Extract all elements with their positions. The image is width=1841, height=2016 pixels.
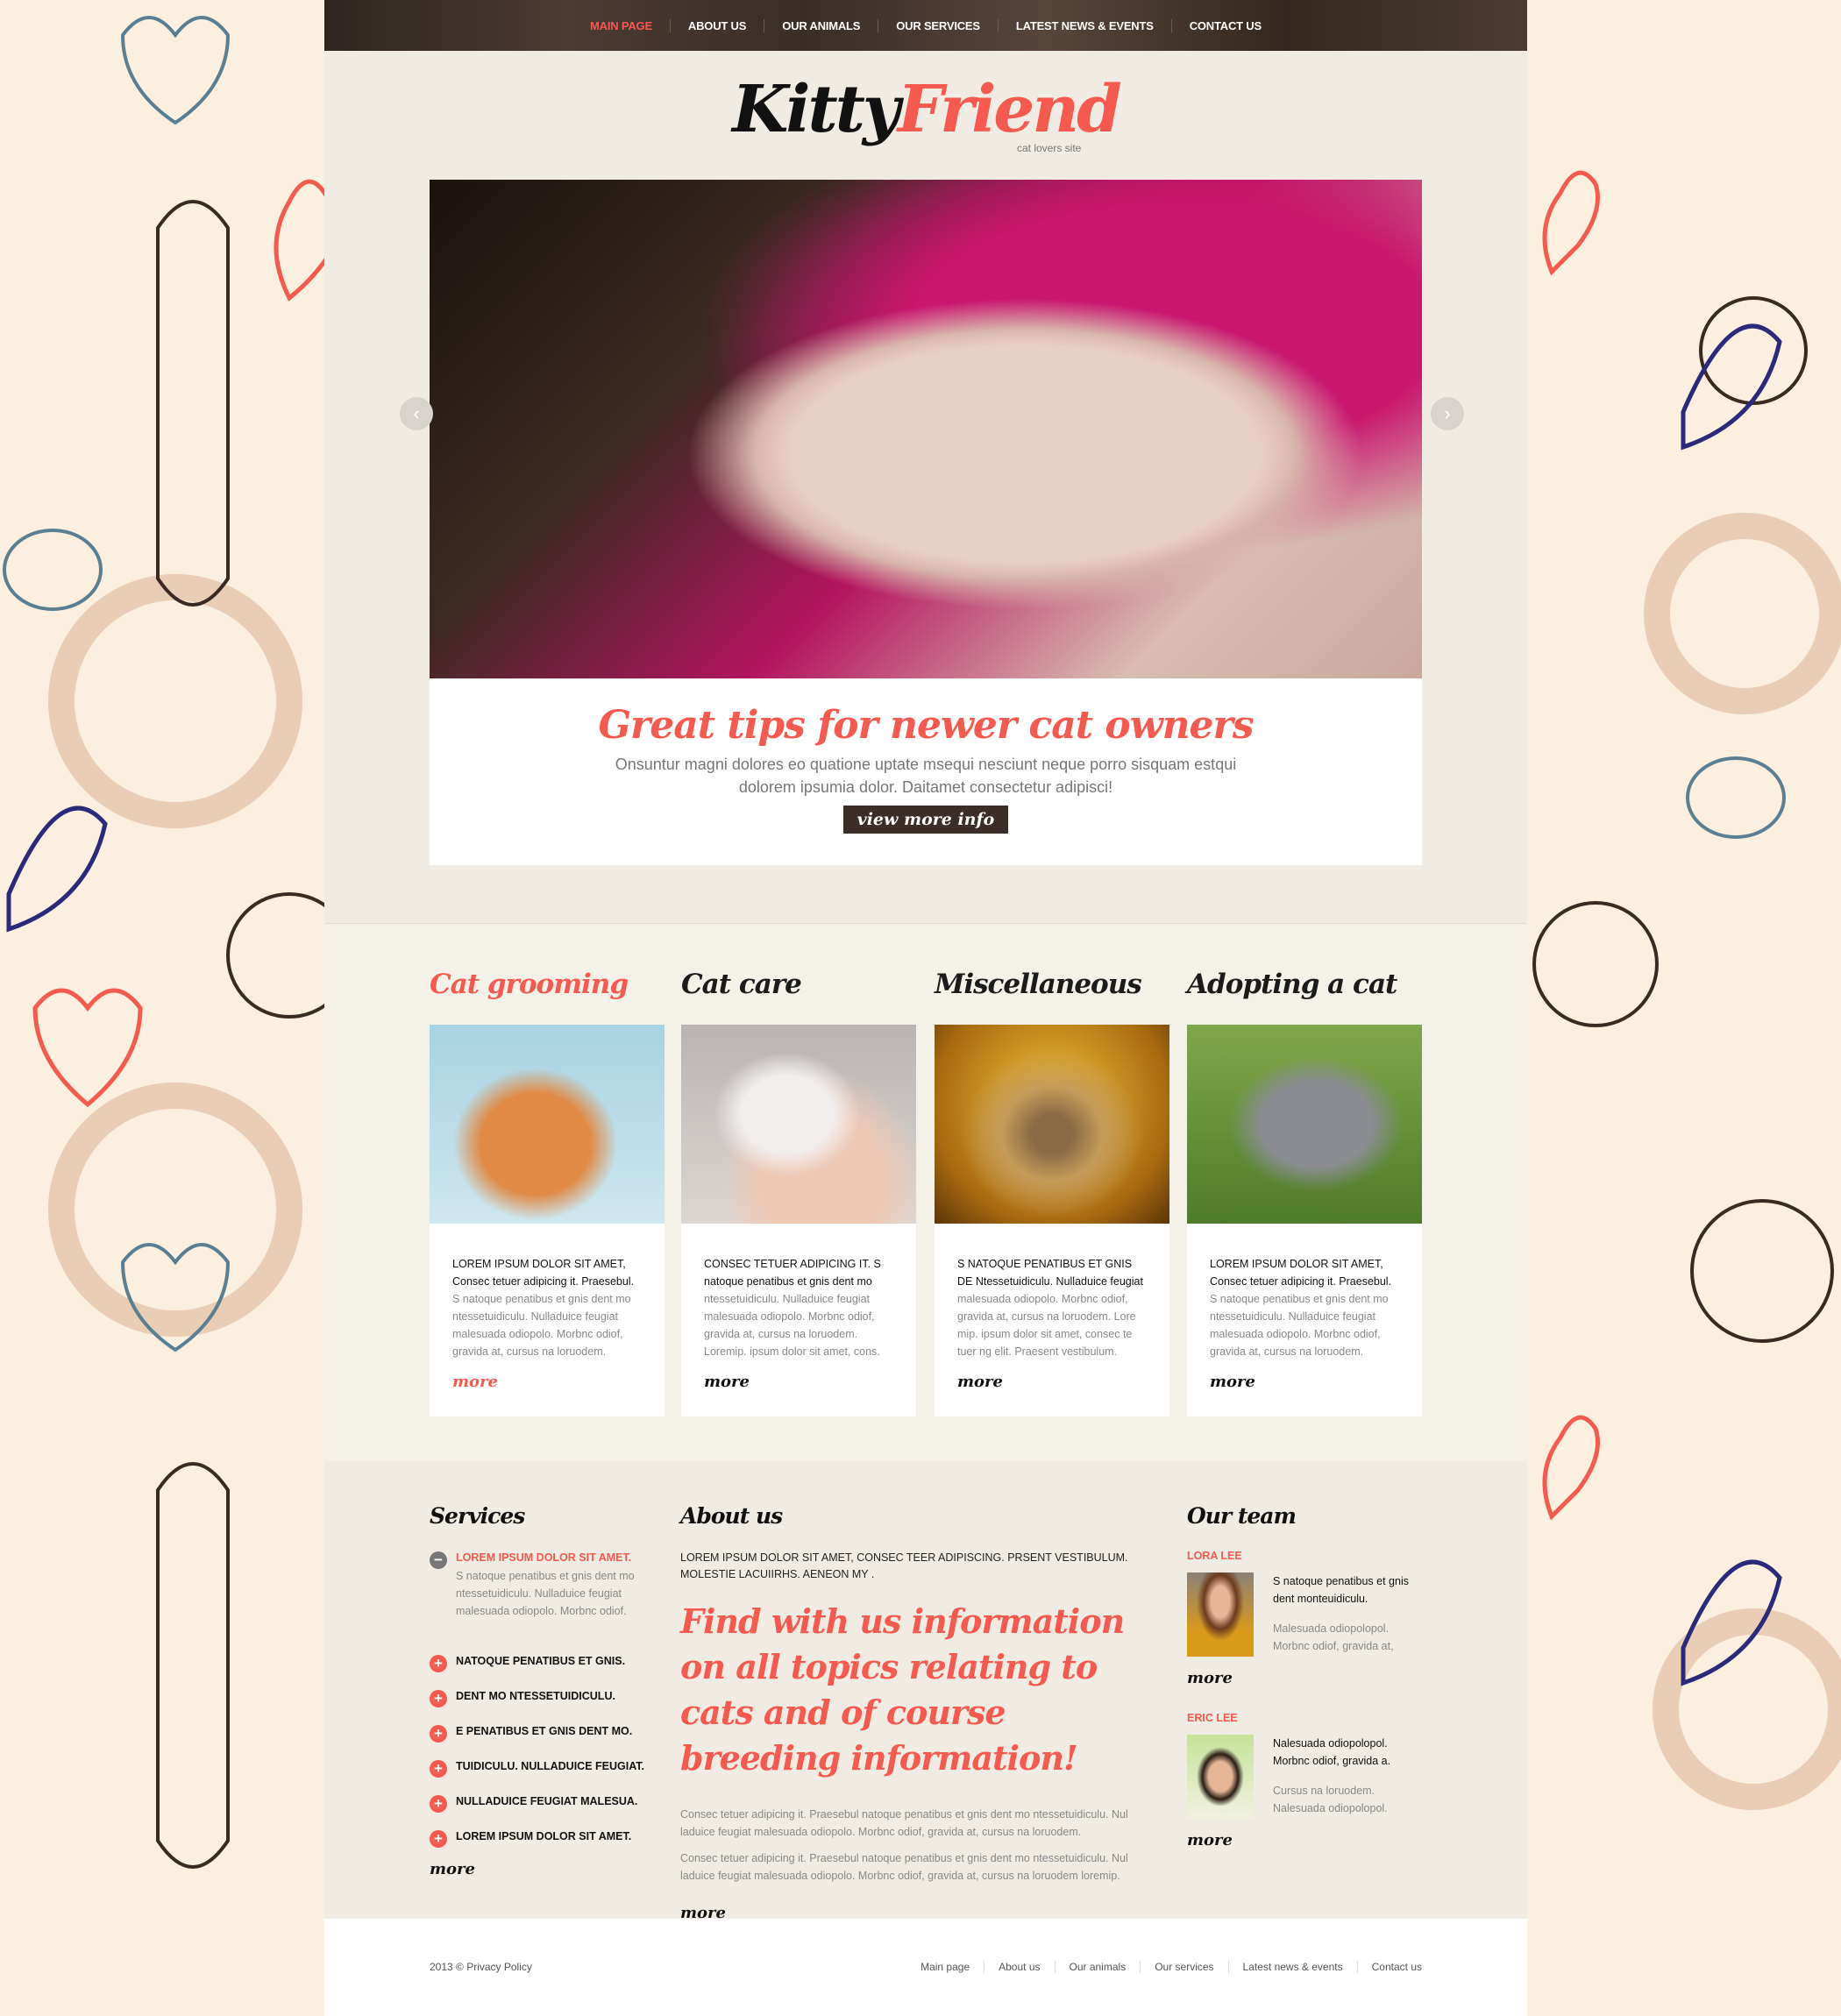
footer-link[interactable]: Our animals: [1054, 1961, 1141, 1973]
category-title[interactable]: Cat care: [681, 969, 916, 1025]
nav-contact-us[interactable]: CONTACT US: [1170, 18, 1279, 32]
chevron-right-icon[interactable]: ›: [1431, 397, 1464, 430]
about-section: About us LOREM IPSUM DOLOR SIT AMET, CON…: [680, 1503, 1158, 1922]
category-text: malesuada odiopolo. Morbnc odiof, gravid…: [957, 1293, 1136, 1358]
main-nav: MAIN PAGE ABOUT US OUR ANIMALS OUR SERVI…: [324, 0, 1527, 51]
footer-link[interactable]: Our services: [1140, 1961, 1227, 1973]
avatar: [1187, 1572, 1254, 1657]
logo-part2: Friend: [897, 72, 1122, 147]
service-item[interactable]: + NATOQUE PENATIBUS ET GNIS.: [430, 1655, 649, 1672]
category-text: S natoque penatibus et gnis dent mo ntes…: [452, 1293, 631, 1358]
category-text: ntessetuidiculu. Nulladuice feugiat male…: [704, 1293, 880, 1358]
category-lead: CONSEC TETUER ADIPICING IT. S natoque pe…: [704, 1258, 881, 1288]
member-name[interactable]: ERIC LEE: [1187, 1712, 1415, 1724]
logo[interactable]: KittyFriend: [324, 72, 1527, 147]
service-label: NATOQUE PENATIBUS ET GNIS.: [456, 1655, 626, 1667]
team-title: Our team: [1187, 1503, 1297, 1529]
nav-our-services[interactable]: OUR SERVICES: [878, 18, 998, 32]
more-link[interactable]: more: [1187, 1669, 1233, 1687]
service-item[interactable]: + DENT MO NTESSETUIDICULU.: [430, 1690, 649, 1707]
more-link[interactable]: more: [452, 1373, 498, 1391]
service-label: LOREM IPSUM DOLOR SIT AMET.: [456, 1830, 632, 1842]
category-lead: LOREM IPSUM DOLOR SIT AMET, Consec tetue…: [1210, 1258, 1392, 1288]
nav-about-us[interactable]: ABOUT US: [669, 18, 764, 32]
category-lead: S NATOQUE PENATIBUS ET GNIS DE Ntessetui…: [957, 1258, 1143, 1288]
category-title[interactable]: Cat grooming: [430, 969, 665, 1025]
about-intro: LOREM IPSUM DOLOR SIT AMET, CONSEC TEER …: [680, 1551, 1128, 1580]
service-item[interactable]: + E PENATIBUS ET GNIS DENT MO.: [430, 1725, 649, 1743]
chevron-left-icon[interactable]: ‹: [400, 397, 433, 430]
plus-circle-icon[interactable]: +: [430, 1725, 447, 1743]
slider-image: [430, 180, 1422, 678]
category-card: Miscellaneous S NATOQUE PENATIBUS ET GNI…: [935, 969, 1169, 1416]
about-paragraph: Consec tetuer adipicing it. Praesebul na…: [680, 1808, 1128, 1838]
nav-our-animals[interactable]: OUR ANIMALS: [764, 18, 878, 32]
slider-title: Great tips for newer cat owners: [598, 703, 1254, 748]
member-text: Cursus na loruodem. Nalesuada odiopolopo…: [1273, 1785, 1388, 1814]
service-item[interactable]: + TUIDICULU. NULLADUICE FEUGIAT.: [430, 1760, 649, 1778]
minus-circle-icon[interactable]: −: [430, 1551, 447, 1569]
footer-link[interactable]: Main page: [906, 1961, 984, 1973]
category-image[interactable]: [430, 1025, 665, 1224]
services-section: Services − LOREM IPSUM DOLOR SIT AMET. S n…: [430, 1503, 649, 1878]
services-title: Services: [430, 1503, 525, 1529]
category-card: Cat care CONSEC TETUER ADIPICING IT. S n…: [681, 969, 916, 1416]
service-label: LOREM IPSUM DOLOR SIT AMET.: [456, 1551, 632, 1564]
page-container: MAIN PAGE ABOUT US OUR ANIMALS OUR SERVI…: [324, 0, 1527, 2016]
category-text: S natoque penatibus et gnis dent mo ntes…: [1210, 1293, 1389, 1358]
more-link[interactable]: more: [957, 1373, 1003, 1391]
more-link[interactable]: more: [1210, 1373, 1255, 1391]
category-image[interactable]: [935, 1025, 1169, 1224]
more-link[interactable]: more: [1187, 1831, 1233, 1849]
category-image[interactable]: [681, 1025, 916, 1224]
plus-circle-icon[interactable]: +: [430, 1795, 447, 1813]
avatar: [1187, 1735, 1254, 1819]
service-label: E PENATIBUS ET GNIS DENT MO.: [456, 1725, 633, 1737]
footer: 2013 © Privacy Policy Main page About us…: [324, 1919, 1527, 2016]
footer-link[interactable]: Latest news & events: [1227, 1961, 1357, 1973]
service-item[interactable]: + LOREM IPSUM DOLOR SIT AMET.: [430, 1830, 649, 1848]
footer-link[interactable]: Contact us: [1356, 1961, 1422, 1973]
member-text: Nalesuada odiopolopol. Morbnc odiof, gra…: [1273, 1737, 1391, 1767]
more-link[interactable]: more: [704, 1373, 750, 1391]
member-text: Malesuada odiopolopol. Morbnc odiof, gra…: [1273, 1622, 1394, 1652]
category-title[interactable]: Miscellaneous: [935, 969, 1169, 1025]
category-lead: LOREM IPSUM DOLOR SIT AMET, Consec tetue…: [452, 1258, 635, 1288]
category-image[interactable]: [1187, 1025, 1422, 1224]
team-member: ERIC LEE Nalesuada odiopolopol. Morbnc o…: [1187, 1712, 1415, 1849]
service-label: TUIDICULU. NULLADUICE FEUGIAT.: [456, 1760, 645, 1772]
about-highlight: Find with us information on all topics r…: [680, 1601, 1125, 1778]
about-title: About us: [680, 1503, 783, 1529]
plus-circle-icon[interactable]: +: [430, 1830, 447, 1848]
footer-nav: Main page About us Our animals Our servi…: [906, 1961, 1422, 1973]
service-desc: S natoque penatibus et gnis dent mo ntes…: [456, 1570, 635, 1617]
slider-caption: Great tips for newer cat owners Onsuntur…: [430, 678, 1422, 865]
footer-link[interactable]: About us: [984, 1961, 1054, 1973]
service-label: NULLADUICE FEUGIAT MALESUA.: [456, 1795, 638, 1807]
service-item-open[interactable]: − LOREM IPSUM DOLOR SIT AMET. S natoque pe…: [430, 1551, 649, 1620]
nav-main-page[interactable]: MAIN PAGE: [572, 19, 670, 32]
plus-circle-icon[interactable]: +: [430, 1760, 447, 1778]
team-member: LORA LEE S natoque penatibus et gnis den…: [1187, 1550, 1415, 1687]
view-more-info-button[interactable]: view more info: [842, 806, 1009, 834]
more-link[interactable]: more: [430, 1860, 475, 1878]
category-card: Adopting a cat LOREM IPSUM DOLOR SIT AME…: [1187, 969, 1422, 1416]
member-text: S natoque penatibus et gnis dent monteui…: [1273, 1575, 1409, 1605]
service-item[interactable]: + NULLADUICE FEUGIAT MALESUA.: [430, 1795, 649, 1813]
logo-tagline: cat lovers site: [1017, 142, 1082, 154]
member-name[interactable]: LORA LEE: [1187, 1550, 1415, 1562]
about-paragraph: Consec tetuer adipicing it. Praesebul na…: [680, 1852, 1128, 1882]
plus-circle-icon[interactable]: +: [430, 1655, 447, 1672]
logo-part1: Kitty: [732, 72, 900, 147]
slider-text: Onsuntur magni dolores eo quatione uptat…: [615, 756, 1237, 796]
team-section: Our team LORA LEE S natoque penatibus et…: [1187, 1503, 1415, 1849]
category-card: Cat grooming LOREM IPSUM DOLOR SIT AMET,…: [430, 969, 665, 1416]
service-label: DENT MO NTESSETUIDICULU.: [456, 1690, 615, 1702]
copyright-privacy-link[interactable]: 2013 © Privacy Policy: [430, 1961, 532, 1973]
nav-latest-news[interactable]: LATEST NEWS & EVENTS: [997, 18, 1171, 32]
plus-circle-icon[interactable]: +: [430, 1690, 447, 1707]
category-title[interactable]: Adopting a cat: [1187, 969, 1422, 1025]
